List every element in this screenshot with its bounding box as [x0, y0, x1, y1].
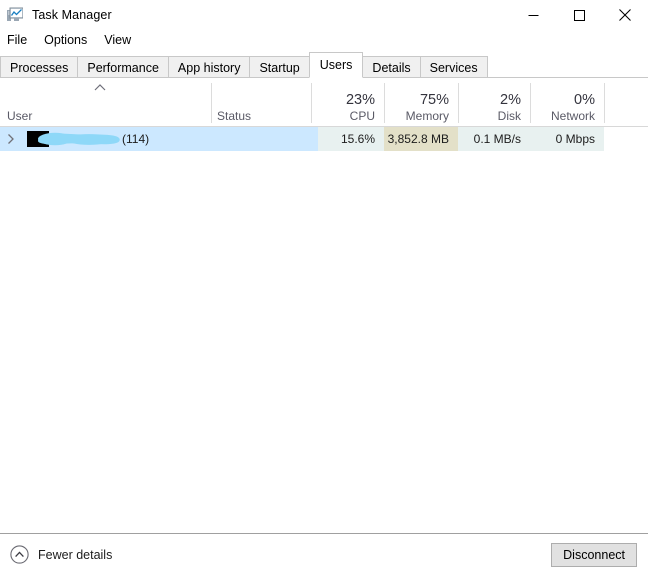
close-button[interactable] — [602, 0, 648, 30]
tab-list: Processes Performance App history Startu… — [0, 52, 488, 78]
highlighter-scribble — [33, 130, 123, 148]
menu-item-view[interactable]: View — [104, 30, 140, 51]
tab-app-history[interactable]: App history — [167, 56, 251, 78]
cell-user-process-count: (114) — [122, 132, 150, 146]
menu-item-file[interactable]: File — [7, 30, 36, 51]
cell-memory-value: 3,852.8 MB — [387, 132, 449, 146]
column-header-user-label: User — [7, 109, 33, 123]
column-header-network-percent: 0% — [574, 92, 595, 108]
column-header-cpu-label: CPU — [349, 109, 375, 123]
tab-details[interactable]: Details — [362, 56, 421, 78]
maximize-button[interactable] — [556, 0, 602, 30]
fewer-details-button[interactable]: Fewer details — [10, 545, 112, 564]
cell-cpu: 15.6% — [318, 127, 384, 151]
disconnect-button[interactable]: Disconnect — [551, 543, 637, 567]
menu-item-options[interactable]: Options — [44, 30, 96, 51]
tab-strip: Processes Performance App history Startu… — [0, 51, 648, 78]
tab-performance[interactable]: Performance — [77, 56, 169, 78]
cell-network: 0 Mbps — [530, 127, 604, 151]
cell-disk-value: 0.1 MB/s — [473, 132, 521, 146]
column-header-status-label: Status — [217, 109, 252, 123]
chevron-up-circle-icon — [10, 545, 29, 564]
tab-startup[interactable]: Startup — [249, 56, 310, 78]
table-row[interactable]: 15.6% 3,852.8 MB 0.1 MB/s 0 Mbps (114) — [0, 127, 648, 151]
fewer-details-label: Fewer details — [38, 547, 113, 562]
column-header-network[interactable]: 0% Network — [529, 92, 595, 123]
minimize-button[interactable] — [510, 0, 556, 30]
title-bar: Task Manager — [0, 0, 648, 30]
column-header-row: User Status 23% CPU 75% Memory 2% Disk 0… — [0, 78, 648, 127]
tab-processes[interactable]: Processes — [0, 56, 79, 78]
column-header-network-label: Network — [550, 109, 595, 123]
task-manager-icon — [7, 7, 24, 23]
cell-cpu-value: 15.6% — [340, 132, 375, 146]
menu-bar: File Options View — [0, 30, 648, 51]
window-controls — [510, 0, 648, 30]
column-divider-user-status[interactable] — [211, 83, 212, 123]
column-header-memory-label: Memory — [405, 109, 449, 123]
column-divider-network-end[interactable] — [604, 83, 605, 123]
column-header-disk-label: Disk — [497, 109, 521, 123]
column-header-memory[interactable]: 75% Memory — [381, 92, 449, 123]
tab-users[interactable]: Users — [308, 52, 364, 78]
column-header-status[interactable]: Status — [217, 109, 251, 123]
chevron-right-icon[interactable] — [5, 133, 17, 145]
cell-memory: 3,852.8 MB — [384, 127, 458, 151]
column-header-cpu-percent: 23% — [345, 92, 375, 108]
cell-disk: 0.1 MB/s — [458, 127, 530, 151]
column-header-cpu[interactable]: 23% CPU — [307, 92, 375, 123]
window-title: Task Manager — [32, 8, 112, 22]
cell-network-value: 0 Mbps — [555, 132, 595, 146]
tab-services[interactable]: Services — [419, 56, 488, 78]
column-header-user[interactable]: User — [7, 109, 32, 123]
sort-ascending-icon — [93, 82, 107, 94]
column-header-disk-percent: 2% — [500, 92, 521, 108]
user-list: 15.6% 3,852.8 MB 0.1 MB/s 0 Mbps (114) — [0, 127, 648, 533]
column-header-memory-percent: 75% — [419, 92, 449, 108]
footer-bar: Fewer details Disconnect — [0, 533, 648, 578]
task-manager-window: Task Manager File Options View Processes… — [0, 0, 648, 578]
column-header-disk[interactable]: 2% Disk — [457, 92, 521, 123]
cell-status — [217, 127, 311, 151]
